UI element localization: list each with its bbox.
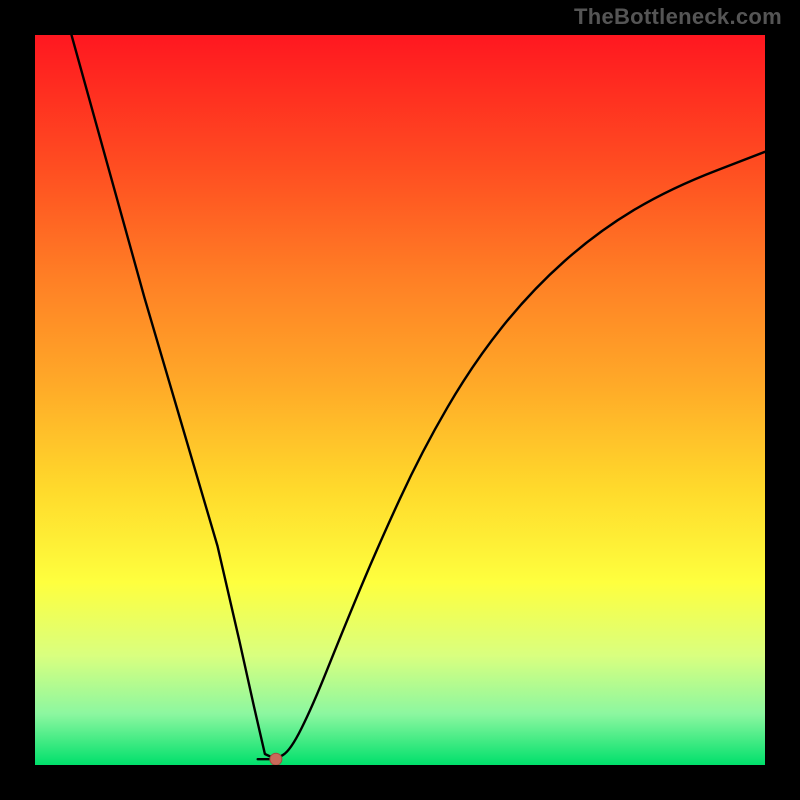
attribution-text: TheBottleneck.com — [574, 4, 782, 30]
chart-frame: TheBottleneck.com — [0, 0, 800, 800]
plot-svg — [35, 35, 765, 765]
minimum-marker-dot — [270, 753, 282, 765]
bottleneck-curve — [72, 35, 766, 759]
plot-area — [35, 35, 765, 765]
